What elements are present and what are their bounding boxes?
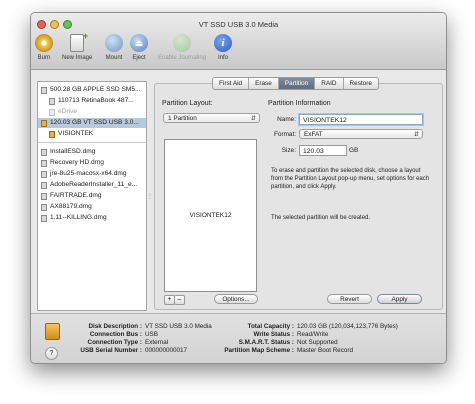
sidebar-divider	[38, 142, 146, 143]
partition-information-heading: Partition Information	[268, 100, 331, 107]
detail-value: VT SSD USB 3.0 Media	[145, 323, 212, 330]
burn-icon	[35, 34, 53, 52]
detail-key: USB Serial Number :	[80, 347, 142, 354]
disk-image-icon	[41, 171, 47, 178]
detail-key: Connection Type :	[87, 339, 142, 346]
sidebar-item-installesd[interactable]: InstallESD.dmg	[38, 147, 146, 157]
volume-icon	[49, 98, 55, 105]
sidebar-item-apple-ssd[interactable]: 500.28 GB APPLE SSD SM5...	[38, 85, 146, 95]
tab-raid[interactable]: RAID	[315, 78, 344, 89]
format-select[interactable]: ExFAT ⇵	[299, 129, 423, 139]
popup-arrows-icon: ⇵	[250, 116, 256, 122]
enable-journaling-button[interactable]: Enable Journaling	[158, 34, 206, 61]
detail-key: Disk Description :	[88, 323, 142, 330]
sidebar-item-retinabook[interactable]: 110713 RetinaBook 487...	[38, 96, 146, 106]
sidebar-item-jre[interactable]: jre-8u25-macosx-x64.dmg	[38, 169, 146, 179]
detail-value: 000000000017	[145, 347, 188, 354]
journaling-icon	[173, 34, 192, 52]
disk-image-icon	[41, 204, 47, 211]
detail-key: Write Status :	[253, 331, 294, 338]
help-button[interactable]: ?	[45, 347, 58, 360]
remove-partition-button[interactable]: –	[174, 295, 185, 305]
detail-key: Total Capacity :	[247, 323, 294, 330]
partition-status-text: The selected partition will be created.	[271, 215, 371, 221]
sidebar-item-vt-ssd[interactable]: 120.03 GB VT SSD USB 3.0...	[38, 118, 146, 128]
sidebar-item-visiontek[interactable]: VISIONTEK	[38, 129, 146, 139]
tab-bar: First Aid Erase Partition RAID Restore	[212, 77, 379, 90]
disk-utility-window: VT SSD USB 3.0 Media Burn + New Image Mo…	[30, 12, 447, 364]
detail-value: 120.03 GB (120,034,123,776 Bytes)	[297, 323, 398, 330]
sidebar-item-adobe-reader[interactable]: AdobeReaderInstaller_11_e...	[38, 180, 146, 190]
detail-key: S.M.A.R.T. Status :	[238, 339, 294, 346]
disk-image-icon	[41, 215, 47, 222]
partition-help-text: To erase and partition the selected disk…	[271, 168, 430, 190]
name-label: Name:	[277, 116, 296, 123]
external-drive-icon	[45, 323, 60, 340]
sidebar-item-ax88179[interactable]: AX88179.dmg	[38, 202, 146, 212]
partition-layout-label: Partition Layout:	[162, 100, 213, 107]
tab-partition[interactable]: Partition	[278, 78, 316, 89]
name-field[interactable]: VISIONTEK12	[299, 114, 423, 125]
sidebar: 500.28 GB APPLE SSD SM5... 110713 Retina…	[37, 81, 147, 311]
splitter-handle[interactable]: ⋮	[147, 193, 153, 200]
sidebar-item-fairtrade[interactable]: FAIRTRADE.dmg	[38, 191, 146, 201]
partition-layout-select[interactable]: 1 Partition ⇵	[163, 113, 260, 123]
detail-value: Read/Write	[297, 331, 329, 338]
size-label: Size:	[281, 147, 296, 154]
tab-first-aid[interactable]: First Aid	[213, 78, 250, 89]
mount-icon	[105, 34, 123, 52]
window-title: VT SSD USB 3.0 Media	[198, 20, 279, 29]
info-button[interactable]: i Info	[214, 34, 232, 61]
disk-image-icon	[41, 160, 47, 167]
burn-button[interactable]: Burn	[35, 34, 53, 61]
eject-button[interactable]: ⏏ Eject	[130, 34, 148, 61]
new-image-button[interactable]: + New Image	[62, 31, 92, 61]
popup-arrows-icon: ⇵	[413, 132, 419, 138]
volume-icon	[49, 109, 55, 116]
apply-button[interactable]: Apply	[377, 294, 422, 304]
external-volume-icon	[49, 131, 55, 138]
detail-key: Partition Map Scheme :	[224, 347, 294, 354]
disk-image-icon	[41, 182, 47, 189]
detail-value: Not Supported	[297, 339, 338, 346]
partition-layout-map: VISIONTEK12	[164, 139, 257, 292]
size-field[interactable]: 120.03	[299, 145, 347, 156]
external-disk-icon	[41, 120, 47, 127]
detail-value: Master Boot Record	[297, 347, 353, 354]
info-icon: i	[214, 34, 232, 52]
mount-button[interactable]: Mount	[105, 34, 123, 61]
tab-erase[interactable]: Erase	[249, 78, 279, 89]
sidebar-item-killing[interactable]: 1.11--KILLING.dmg	[38, 213, 146, 223]
sidebar-item-edrive[interactable]: eDrive	[38, 107, 146, 117]
sidebar-item-recovery-hd[interactable]: Recovery HD.dmg	[38, 158, 146, 168]
tab-restore[interactable]: Restore	[344, 78, 378, 89]
detail-value: External	[145, 339, 169, 346]
eject-icon: ⏏	[130, 34, 148, 52]
disk-image-icon	[41, 149, 47, 156]
size-unit: GB	[349, 147, 359, 154]
disk-details-bar: ? Disk Description : VT SSD USB 3.0 Medi…	[31, 313, 446, 363]
format-label: Format:	[273, 131, 296, 138]
detail-key: Connection Bus :	[89, 331, 142, 338]
detail-value: USB	[145, 331, 158, 338]
partition-block[interactable]: VISIONTEK12	[165, 140, 256, 291]
hard-disk-icon	[41, 87, 47, 94]
new-image-icon: +	[70, 31, 88, 52]
options-button[interactable]: Options...	[214, 294, 258, 304]
revert-button[interactable]: Revert	[327, 294, 372, 304]
toolbar: VT SSD USB 3.0 Media Burn + New Image Mo…	[31, 13, 446, 70]
disk-image-icon	[41, 193, 47, 200]
